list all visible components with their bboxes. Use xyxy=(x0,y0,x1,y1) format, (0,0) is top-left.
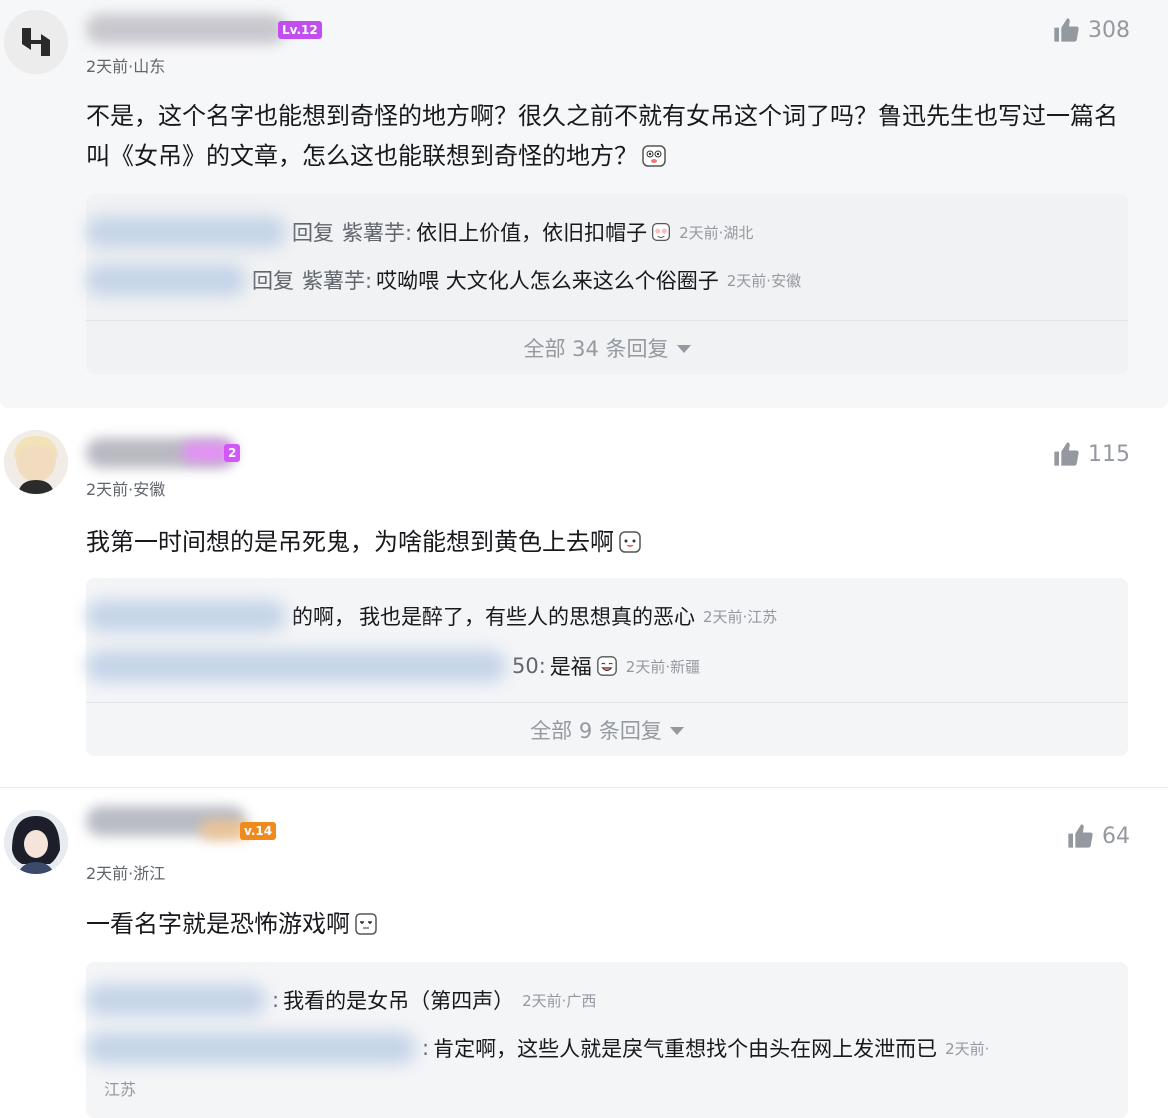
emoji-icon xyxy=(652,223,671,241)
reply-item: 的啊， 我也是醉了，有些人的思想真的恶心 2天前·江苏 xyxy=(86,600,1108,632)
reply-username-blurred[interactable] xyxy=(86,984,266,1016)
reply-meta-continued: 江苏 xyxy=(104,1080,137,1099)
reply-prefix: 回复 xyxy=(292,221,334,245)
level-badge: 2 xyxy=(224,444,241,462)
reply-item: : 肯定啊，这些人就是戾气重想找个由头在网上发泄而已 2天前· xyxy=(86,1032,1108,1064)
avatar-image xyxy=(4,430,68,494)
reply-target-username[interactable]: : xyxy=(272,988,279,1012)
view-all-replies-button[interactable]: 全部 9 条回复 xyxy=(86,702,1128,745)
comment-item: Lv.12 2天前·山东 308 不是，这个名字也能想到奇怪的地方啊？很久之前不… xyxy=(0,0,1168,408)
reply-text: 是福 xyxy=(549,655,592,679)
comment-text: 一看名字就是恐怖游戏啊 xyxy=(86,904,1138,944)
reply-meta: 2天前·江苏 xyxy=(703,607,778,626)
comment-text: 不是，这个名字也能想到奇怪的地方啊？很久之前不就有女吊这个词了吗？鲁迅先生也写过… xyxy=(86,102,1118,170)
reply-meta: 2天前· xyxy=(945,1039,990,1058)
reply-username-blurred[interactable] xyxy=(86,216,286,248)
comment-meta: 2天前·浙江 xyxy=(86,864,166,883)
reply-username-blurred[interactable] xyxy=(86,600,286,632)
emoji-icon xyxy=(619,531,641,553)
emoji-icon xyxy=(355,913,377,935)
reply-text: 我看的是女吊（第四声） xyxy=(283,989,515,1013)
caret-down-icon xyxy=(676,345,691,353)
like-button[interactable]: 308 xyxy=(1052,16,1130,44)
thumb-up-icon xyxy=(1054,18,1079,42)
level-badge: v.14 xyxy=(240,822,277,840)
reply-target-username[interactable]: : xyxy=(422,1036,429,1060)
comment-text: 我第一时间想的是吊死鬼，为啥能想到黄色上去啊 xyxy=(86,522,1138,562)
view-all-replies-label: 全部 9 条回复 xyxy=(530,719,662,743)
reply-username-blurred[interactable] xyxy=(86,650,506,682)
level-badge: Lv.12 xyxy=(278,21,322,39)
reply-prefix: 回复 xyxy=(252,269,294,293)
emoji-icon xyxy=(596,656,617,676)
reply-list: : 我看的是女吊（第四声） 2天前·广西 : 肯定啊，这些人就是戾气重想找个由头… xyxy=(86,962,1128,1118)
reply-item: 50: 是福 2天前·新疆 xyxy=(86,650,1108,682)
brand-logo-icon xyxy=(4,10,68,74)
reply-target-username[interactable]: 紫薯芋: xyxy=(302,265,372,295)
reply-target-username[interactable]: 的啊， xyxy=(292,601,355,631)
reply-text: 依旧上价值，依旧扣帽子 xyxy=(416,221,648,245)
reply-username-blurred[interactable] xyxy=(86,1032,416,1064)
like-button[interactable]: 115 xyxy=(1052,440,1130,468)
view-all-replies-label: 全部 34 条回复 xyxy=(523,337,669,361)
reply-item: : 我看的是女吊（第四声） 2天前·广西 xyxy=(86,984,1108,1016)
avatar[interactable] xyxy=(4,810,68,874)
reply-item: 回复 紫薯芋: 依旧上价值，依旧扣帽子 2天前·湖北 xyxy=(86,216,1108,248)
emoji-icon xyxy=(642,145,666,167)
reply-list: 回复 紫薯芋: 依旧上价值，依旧扣帽子 2天前·湖北 回复 紫薯芋: 哎呦喂 大… xyxy=(86,194,1128,374)
like-count: 64 xyxy=(1102,823,1130,849)
reply-text: 哎呦喂 大文化人怎么来这么个俗圈子 xyxy=(376,269,719,293)
avatar[interactable] xyxy=(4,10,68,74)
like-count: 115 xyxy=(1088,441,1130,467)
comment-meta: 2天前·山东 xyxy=(86,57,166,76)
like-count: 308 xyxy=(1088,17,1130,43)
comment-item: 2 2天前·安徽 115 我第一时间想的是吊死鬼，为啥能想到黄色上去啊 的啊， … xyxy=(0,408,1168,788)
thumb-up-icon xyxy=(1054,442,1079,466)
reply-target-username[interactable]: 紫薯芋: xyxy=(342,217,412,247)
reply-item: 回复 紫薯芋: 哎呦喂 大文化人怎么来这么个俗圈子 2天前·安徽 xyxy=(86,264,1108,296)
reply-list: 的啊， 我也是醉了，有些人的思想真的恶心 2天前·江苏 50: 是福 2天前·新… xyxy=(86,578,1128,756)
thumb-up-icon xyxy=(1068,824,1093,848)
view-all-replies-button[interactable]: 全部 34 条回复 xyxy=(86,320,1128,363)
comment-item: v.14 2天前·浙江 64 一看名字就是恐怖游戏啊 : 我看的是女吊（第四声）… xyxy=(0,788,1168,1118)
reply-meta: 2天前·新疆 xyxy=(625,657,701,676)
caret-down-icon xyxy=(669,727,684,735)
reply-text: 肯定啊，这些人就是戾气重想找个由头在网上发泄而已 xyxy=(433,1037,938,1061)
username-blurred[interactable] xyxy=(86,14,286,44)
comment-meta: 2天前·安徽 xyxy=(86,480,166,499)
reply-target-username[interactable]: 50: xyxy=(512,654,546,678)
reply-meta: 2天前·安徽 xyxy=(726,271,802,290)
reply-meta: 2天前·广西 xyxy=(522,991,597,1010)
avatar[interactable] xyxy=(4,430,68,494)
like-button[interactable]: 64 xyxy=(1066,822,1130,850)
reply-username-blurred[interactable] xyxy=(86,264,246,296)
reply-meta: 2天前·湖北 xyxy=(679,223,754,242)
reply-text: 我也是醉了，有些人的思想真的恶心 xyxy=(359,605,695,629)
avatar-image xyxy=(4,810,68,874)
